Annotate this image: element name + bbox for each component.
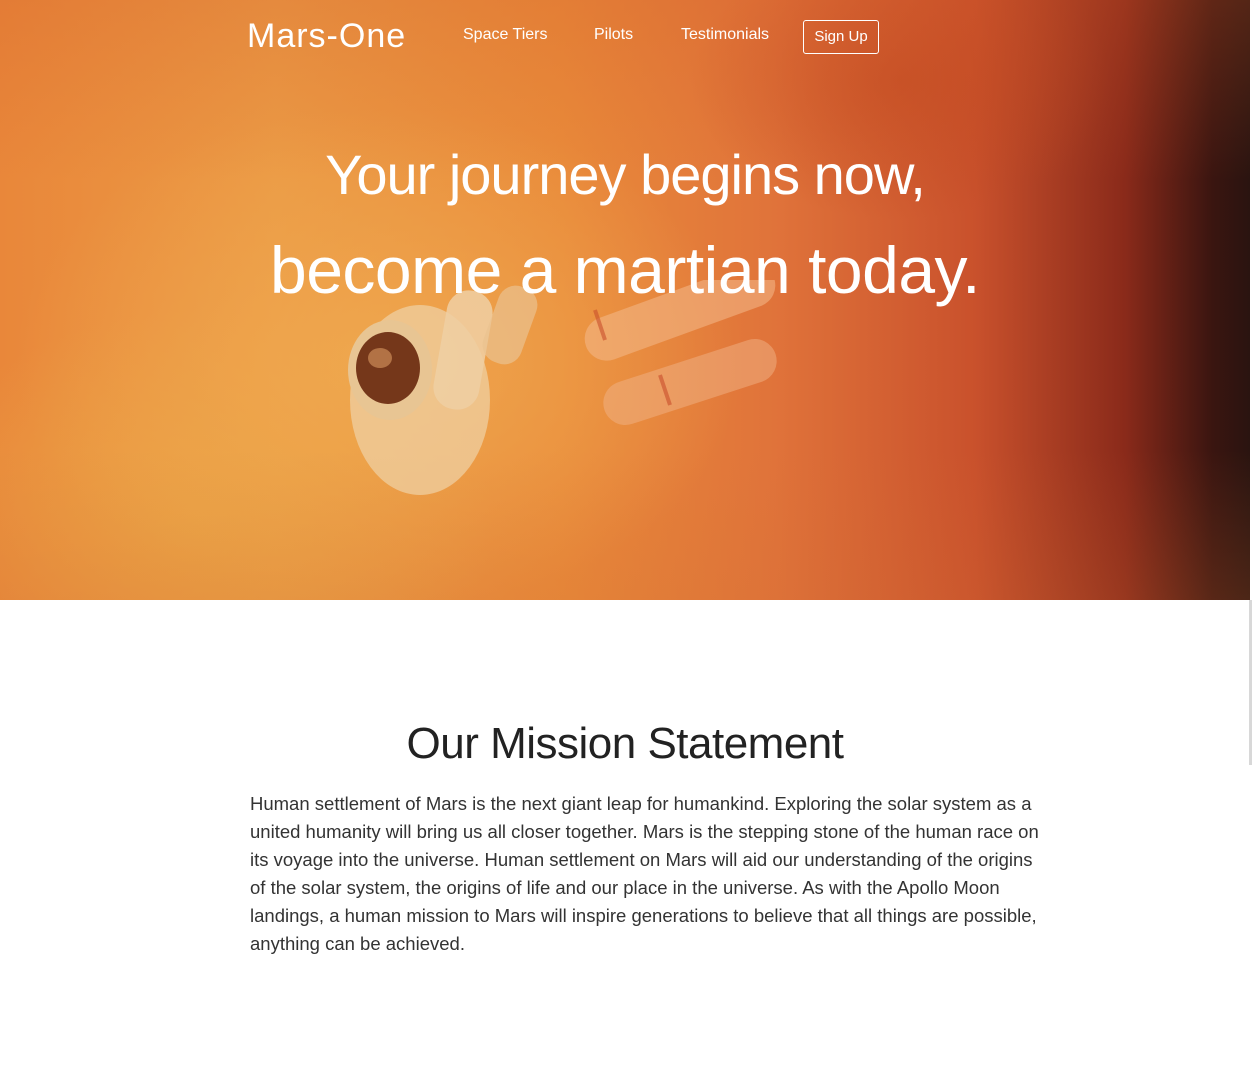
sign-up-button[interactable]: Sign Up [803,20,879,54]
hero-banner: Mars-One Space Tiers Pilots Testimonials… [0,0,1250,600]
mission-text: Human settlement of Mars is the next gia… [250,793,1039,954]
nav-link-pilots[interactable]: Pilots [594,25,633,45]
brand-logo[interactable]: Mars-One [247,16,406,56]
nav-link-space-tiers[interactable]: Space Tiers [463,25,547,45]
astronaut-illustration [348,280,777,495]
nav-link-testimonials[interactable]: Testimonials [681,25,769,45]
mission-title: Our Mission Statement [406,719,845,768]
top-navigation: Mars-One Space Tiers Pilots Testimonials… [247,16,947,56]
hero-headline-line1: Your journey begins now, [325,143,926,206]
hero-headline-line2: become a martian today. [270,233,981,307]
